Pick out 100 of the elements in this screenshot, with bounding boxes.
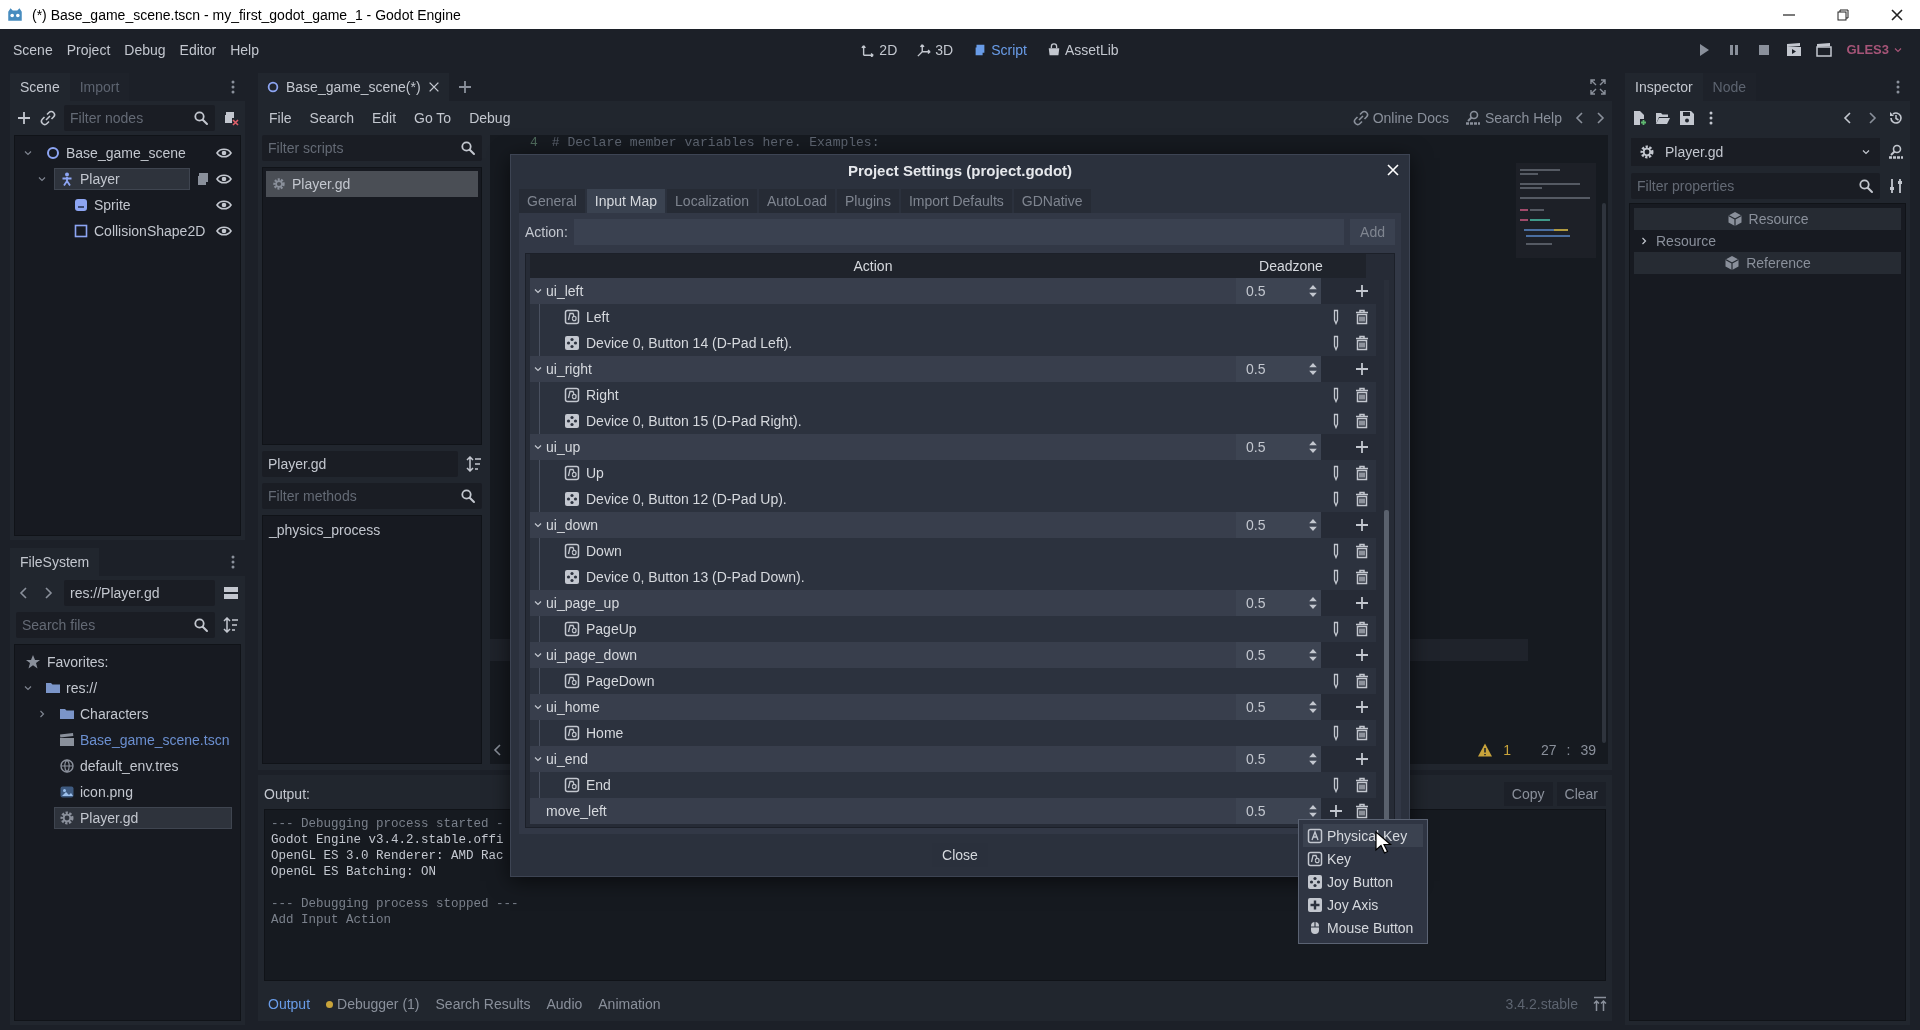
list-view-icon[interactable] xyxy=(223,585,239,601)
panel-tab[interactable]: Audio xyxy=(540,992,589,1016)
action-row[interactable]: ui_page_up xyxy=(530,590,1236,616)
trash-icon[interactable] xyxy=(1354,725,1370,741)
add-icon[interactable] xyxy=(1328,803,1344,819)
filesystem-entry[interactable]: res:// xyxy=(40,677,232,699)
deadzone-spinbox[interactable]: 0.5 xyxy=(1236,356,1321,382)
add-icon[interactable] xyxy=(1354,595,1370,611)
save-icon[interactable] xyxy=(1679,110,1695,126)
settings-tab[interactable]: AutoLoad xyxy=(759,189,835,213)
menu-item[interactable]: Joy Axis xyxy=(1303,893,1423,916)
filesystem-entry[interactable]: Player.gd xyxy=(54,807,232,829)
settings-tab[interactable]: Import Defaults xyxy=(900,189,1012,213)
doc-search-icon[interactable] xyxy=(1888,144,1904,160)
trash-icon[interactable] xyxy=(1354,465,1370,481)
event-label[interactable]: PageUp xyxy=(586,621,637,637)
tree-item[interactable]: CollisionShape2D xyxy=(68,220,211,242)
event-label[interactable]: Up xyxy=(586,465,604,481)
event-label[interactable]: End xyxy=(586,777,611,793)
menu-item[interactable]: Joy Button xyxy=(1303,870,1423,893)
menu-item[interactable]: Mouse Button xyxy=(1303,916,1423,939)
filter-field[interactable]: Filter nodes xyxy=(64,105,215,131)
fullscreen-icon[interactable] xyxy=(1590,79,1606,95)
event-label[interactable]: Device 0, Button 14 (D-Pad Left). xyxy=(586,335,793,351)
menu-item[interactable]: Key xyxy=(1303,847,1423,870)
scroll-icon[interactable] xyxy=(195,171,211,187)
menu-item[interactable]: Project xyxy=(59,37,118,62)
help-button[interactable]: Online Docs xyxy=(1346,107,1455,129)
menu-item[interactable]: Help xyxy=(223,37,266,62)
menu-item[interactable]: Debug xyxy=(117,37,173,62)
trash-icon[interactable] xyxy=(1354,491,1370,507)
trash-icon[interactable] xyxy=(1354,543,1370,559)
tools-icon[interactable] xyxy=(1888,178,1904,194)
deadzone-spinbox[interactable]: 0.5 xyxy=(1236,642,1321,668)
menu-item[interactable]: Debug xyxy=(462,106,518,130)
deadzone-spinbox[interactable]: 0.5 xyxy=(1236,746,1321,772)
deadzone-spinbox[interactable]: 0.5 xyxy=(1236,798,1321,824)
menu-item[interactable]: Scene xyxy=(6,37,60,62)
event-label[interactable]: Right xyxy=(586,387,619,403)
settings-tab[interactable]: General xyxy=(519,189,585,213)
scene-tab[interactable]: Base_game_scene(*) xyxy=(258,73,449,101)
deadzone-spinbox[interactable]: 0.5 xyxy=(1236,278,1321,304)
trash-icon[interactable] xyxy=(1354,673,1370,689)
deadzone-spinbox[interactable]: 0.5 xyxy=(1236,590,1321,616)
workspace-button[interactable]: 2D xyxy=(856,37,903,62)
settings-tab[interactable]: Input Map xyxy=(586,189,666,213)
output-button[interactable]: Copy xyxy=(1503,782,1553,806)
menu-item[interactable]: Search xyxy=(302,106,361,130)
event-label[interactable]: Device 0, Button 12 (D-Pad Up). xyxy=(586,491,787,507)
action-row[interactable]: ui_down xyxy=(530,512,1236,538)
menu-item[interactable]: File xyxy=(262,106,299,130)
filesystem-entry[interactable]: Characters xyxy=(54,703,232,725)
trash-icon[interactable] xyxy=(1354,413,1370,429)
tree-item[interactable]: Base_game_scene xyxy=(40,142,211,164)
add-icon[interactable] xyxy=(1354,647,1370,663)
link-icon[interactable] xyxy=(40,110,56,126)
filesystem-entry[interactable]: default_env.tres xyxy=(54,755,232,777)
action-row[interactable]: ui_up xyxy=(530,434,1236,460)
help-button[interactable]: Search Help xyxy=(1458,107,1568,129)
filesystem-entry[interactable]: Base_game_scene.tscn xyxy=(54,729,235,751)
clapperboard-icon[interactable] xyxy=(1816,41,1833,58)
script-item[interactable]: Player.gd xyxy=(266,171,478,197)
trash-icon[interactable] xyxy=(1354,803,1370,819)
event-label[interactable]: Left xyxy=(586,309,610,325)
panel-tab[interactable]: Search Results xyxy=(429,992,537,1016)
dock-tab[interactable]: FileSystem xyxy=(10,548,100,576)
trash-icon[interactable] xyxy=(1354,569,1370,585)
add-icon[interactable] xyxy=(1354,751,1370,767)
deadzone-spinbox[interactable]: 0.5 xyxy=(1236,434,1321,460)
sort-icon[interactable] xyxy=(466,456,482,472)
filesystem-entry[interactable]: icon.png xyxy=(54,781,232,803)
deadzone-spinbox[interactable]: 0.5 xyxy=(1236,694,1321,720)
menu-item[interactable]: Go To xyxy=(407,106,459,130)
event-label[interactable]: PageDown xyxy=(586,673,655,689)
tree-item[interactable]: Player xyxy=(54,168,190,190)
workspace-button[interactable]: 3D xyxy=(912,37,959,62)
panel-tab[interactable]: Debugger (1) xyxy=(320,992,426,1016)
output-button[interactable]: Clear xyxy=(1556,782,1606,806)
event-label[interactable]: Down xyxy=(586,543,622,559)
event-label[interactable]: Home xyxy=(586,725,624,741)
add-icon[interactable] xyxy=(1354,283,1370,299)
settings-tab[interactable]: GDNative xyxy=(1013,189,1091,213)
menu-item[interactable]: Edit xyxy=(364,106,404,130)
trash-icon[interactable] xyxy=(1354,335,1370,351)
add-icon[interactable] xyxy=(1354,361,1370,377)
history-icon[interactable] xyxy=(1888,110,1904,126)
action-row[interactable]: ui_right xyxy=(530,356,1236,382)
script-clear-icon[interactable] xyxy=(223,110,239,126)
play-scene-icon[interactable] xyxy=(1786,41,1803,58)
trash-icon[interactable] xyxy=(1354,777,1370,793)
panel-tab[interactable]: Output xyxy=(262,992,317,1016)
dock-tab[interactable]: Scene xyxy=(10,73,70,101)
action-row[interactable]: ui_page_down xyxy=(530,642,1236,668)
action-row[interactable]: ui_left xyxy=(530,278,1236,304)
settings-tab[interactable]: Localization xyxy=(667,189,757,213)
action-row[interactable]: ui_end xyxy=(530,746,1236,772)
settings-tab[interactable]: Plugins xyxy=(836,189,899,213)
action-row[interactable]: ui_home xyxy=(530,694,1236,720)
trash-icon[interactable] xyxy=(1354,387,1370,403)
add-icon[interactable] xyxy=(1354,439,1370,455)
